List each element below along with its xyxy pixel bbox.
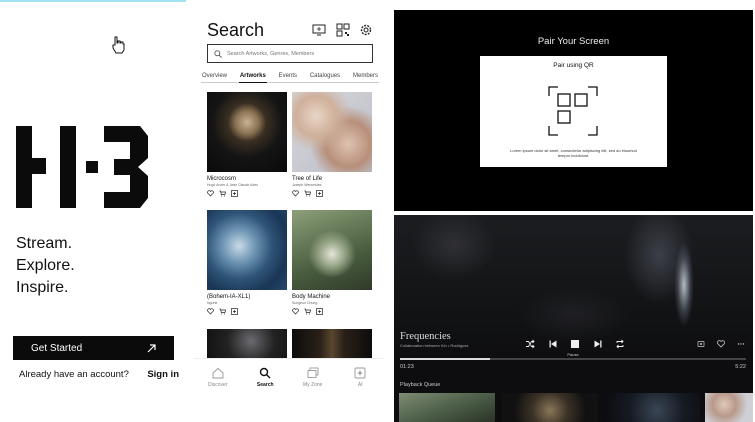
add-to-list-icon[interactable] — [316, 308, 323, 315]
heart-icon[interactable] — [207, 308, 214, 315]
add-to-list-icon[interactable] — [316, 190, 323, 197]
more-options-icon[interactable] — [736, 339, 746, 349]
ai-sparkle-icon — [354, 367, 366, 379]
nav-discover-label: Discover — [208, 382, 228, 388]
tagline-stream: Stream. — [16, 235, 73, 252]
cast-icon[interactable] — [696, 339, 706, 349]
add-to-list-icon[interactable] — [231, 190, 238, 197]
search-icon — [214, 49, 222, 58]
cart-icon[interactable] — [304, 308, 311, 315]
bottom-navigation: Discover Search My Zone AI — [194, 358, 384, 396]
queue-item[interactable] — [502, 393, 598, 422]
queue-item[interactable] — [399, 393, 495, 422]
arrow-up-right-icon — [147, 343, 156, 352]
qr-code-icon — [548, 86, 598, 136]
artwork-card[interactable]: (Bohem-IA-XL1) Ngurte — [207, 210, 287, 315]
artwork-thumbnail[interactable] — [207, 92, 287, 172]
search-screen: Search Overview Artworks Events Catalogu… — [194, 8, 384, 402]
filter-tabs: Overview Artworks Events Catalogues Memb… — [201, 71, 379, 83]
search-field[interactable] — [207, 44, 373, 63]
top-divider — [0, 0, 186, 2]
pair-description: Lorem ipsum dolor sit amet, consectetur … — [510, 148, 637, 158]
previous-track-icon[interactable] — [548, 339, 558, 349]
queue-heading: Playback Queue — [400, 382, 441, 388]
track-subtitle: Collaboration between Kin • Rodriguez — [400, 343, 469, 348]
artwork-card[interactable]: Tree of Life Joseph Wenceslas — [292, 92, 372, 197]
nav-my-zone-label: My Zone — [303, 382, 323, 388]
heart-icon[interactable] — [207, 190, 214, 197]
search-icon — [260, 367, 271, 379]
qr-scan-icon[interactable] — [336, 23, 350, 37]
pair-qr-card: Pair using QR Lorem ipsum dolor sit amet… — [480, 56, 667, 167]
artwork-artist: Joseph Wenceslas — [292, 183, 322, 187]
tab-members[interactable]: Members — [352, 71, 379, 83]
artwork-title: Microcosm — [207, 176, 237, 182]
tagline-inspire: Inspire. — [16, 279, 69, 296]
repeat-icon[interactable] — [615, 339, 625, 349]
cart-icon[interactable] — [219, 308, 226, 315]
nav-my-zone[interactable]: My Zone — [293, 367, 333, 396]
add-to-list-icon[interactable] — [231, 308, 238, 315]
player-screen: Frequencies Collaboration between Kin • … — [394, 215, 753, 422]
pair-title: Pair Your Screen — [537, 36, 610, 47]
artwork-artist: Sungeun Chung — [292, 301, 318, 305]
time-elapsed: 01:23 — [400, 364, 414, 370]
search-input[interactable] — [227, 50, 367, 57]
time-total: 5:22 — [735, 364, 746, 370]
pair-screen: Pair Your Screen Pair using QR Lorem ips… — [394, 10, 753, 211]
pause-stop-icon[interactable] — [570, 339, 580, 349]
get-started-button[interactable]: Get Started — [13, 336, 174, 360]
tab-events[interactable]: Events — [278, 71, 298, 83]
tab-overview[interactable]: Overview — [201, 71, 228, 83]
home-icon — [212, 367, 224, 379]
pair-card-title: Pair using QR — [553, 62, 594, 69]
heart-icon[interactable] — [716, 339, 726, 349]
artwork-thumbnail[interactable] — [207, 329, 287, 359]
hand-cursor-icon — [112, 36, 125, 54]
settings-gear-icon[interactable] — [359, 23, 373, 37]
get-started-label: Get Started — [31, 342, 83, 354]
welcome-screen: Stream. Explore. Inspire. Get Started Al… — [0, 0, 190, 422]
queue-item[interactable] — [604, 393, 700, 422]
next-track-icon[interactable] — [593, 339, 603, 349]
nav-search-label: Search — [256, 382, 274, 388]
shuffle-icon[interactable] — [525, 339, 535, 349]
track-title: Frequencies — [400, 331, 451, 342]
artwork-thumbnail[interactable] — [292, 329, 372, 359]
heart-icon[interactable] — [292, 190, 299, 197]
tagline-explore: Explore. — [16, 257, 75, 274]
progress-fill — [400, 358, 490, 360]
progress-bar[interactable] — [400, 358, 746, 360]
artwork-artist: Ngurte — [207, 301, 218, 305]
artwork-card[interactable]: Body Machine Sungeun Chung — [292, 210, 372, 315]
artwork-thumbnail[interactable] — [207, 210, 287, 290]
playback-controls — [525, 337, 625, 351]
artwork-thumbnail[interactable] — [292, 210, 372, 290]
artwork-thumbnail[interactable] — [292, 92, 372, 172]
account-prompt: Already have an account? — [19, 369, 129, 380]
artwork-artist: Hugo Arcier & Jean Claude Ades — [207, 183, 258, 187]
stack-icon — [307, 367, 319, 378]
page-title: Search — [207, 20, 265, 40]
sign-in-link[interactable]: Sign in — [147, 369, 179, 380]
nav-discover[interactable]: Discover — [198, 367, 238, 396]
artwork-title: Tree of Life — [292, 176, 323, 182]
h3-logo — [16, 126, 148, 208]
nav-ai[interactable]: AI — [340, 367, 380, 396]
nav-ai-label: AI — [357, 382, 363, 388]
tab-artworks[interactable]: Artworks — [238, 71, 267, 83]
cart-icon[interactable] — [219, 190, 226, 197]
cart-icon[interactable] — [304, 190, 311, 197]
artwork-card[interactable]: Microcosm Hugo Arcier & Jean Claude Ades — [207, 92, 287, 197]
cast-screen-icon[interactable] — [312, 23, 326, 37]
queue-item[interactable] — [705, 393, 753, 422]
pause-label: Pause — [567, 352, 579, 357]
artwork-title: Body Machine — [292, 294, 331, 300]
artwork-title: (Bohem-IA-XL1) — [207, 294, 251, 300]
nav-search[interactable]: Search — [245, 367, 285, 396]
account-row: Already have an account? Sign in — [19, 369, 179, 380]
tab-catalogues[interactable]: Catalogues — [309, 71, 341, 83]
heart-icon[interactable] — [292, 308, 299, 315]
